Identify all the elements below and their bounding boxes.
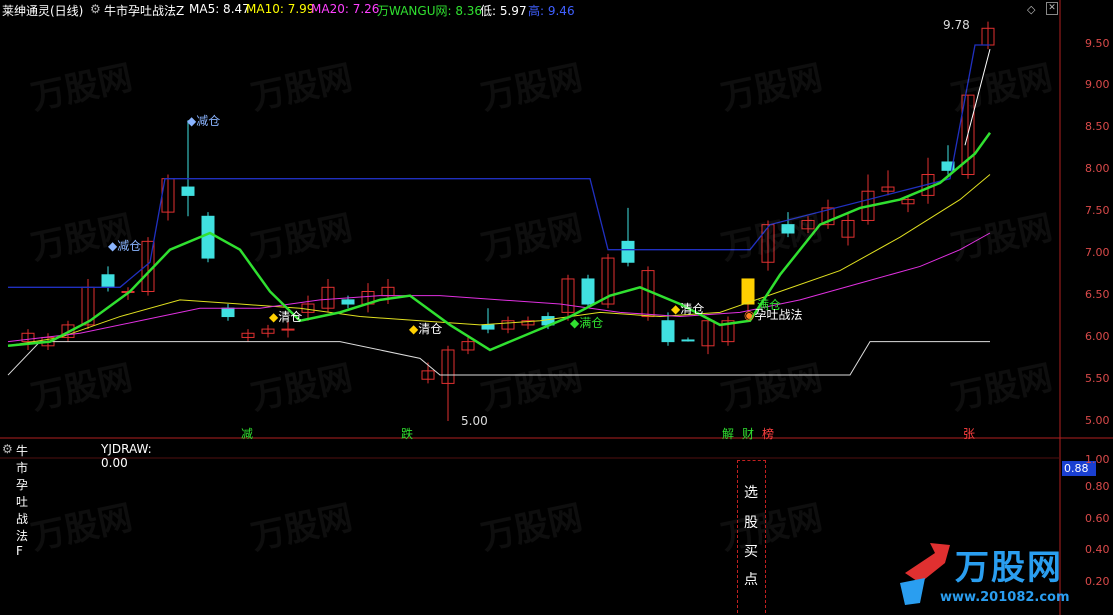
axis-tick: 6.50 <box>1085 288 1110 301</box>
candle-body <box>681 339 695 342</box>
day-label: 榜 <box>762 427 775 441</box>
clear-label: ◆清仓 <box>671 302 705 316</box>
signal-char: 买 <box>744 544 758 560</box>
diamond-icon[interactable]: ◇ <box>1027 3 1035 16</box>
ma5-value: MA5: 8.47 <box>189 2 250 16</box>
axis-tick: 8.00 <box>1085 162 1110 175</box>
ma20-value: MA20: 7.26 <box>311 2 380 16</box>
logo-url: www.201082.com <box>940 590 1070 605</box>
yjdraw-value: YJDRAW: 0.00 <box>101 442 152 470</box>
candle-body <box>661 320 675 343</box>
candle-body <box>221 307 235 318</box>
axis-tick: 5.50 <box>1085 372 1110 385</box>
stock-name: 莱绅通灵(日线) <box>2 4 84 18</box>
candle-body <box>281 328 295 331</box>
axis-tick: 9.00 <box>1085 78 1110 91</box>
reduce-label: ◆减仓 <box>108 239 142 253</box>
logo-text: 万股网 <box>955 548 1063 588</box>
axis-tick: 5.00 <box>1085 414 1110 427</box>
tactic-label: ◉孕吐战法 <box>744 308 803 322</box>
day-label: 解 <box>722 427 735 441</box>
reduce-label: ◆减仓 <box>187 114 221 128</box>
indicator-title[interactable]: 牛市孕吐战法Z <box>104 2 184 19</box>
high-value: 高: 9.46 <box>528 4 575 18</box>
candle-body <box>581 278 595 305</box>
axis-tick: 9.50 <box>1085 37 1110 50</box>
day-label: 张 <box>963 427 976 441</box>
settings-icon[interactable]: ⚙ <box>90 2 101 16</box>
clear-label: ◆清仓 <box>269 310 303 324</box>
ma10-value: MA10: 7.99 <box>246 2 315 16</box>
candle-body <box>101 274 115 288</box>
low-value: 低: 5.97 <box>480 4 527 18</box>
full-label: ◆满仓 <box>570 316 604 330</box>
close-icon[interactable]: ✕ <box>1046 2 1058 15</box>
candle-body <box>341 299 355 305</box>
axis-tick: 0.60 <box>1085 512 1110 525</box>
axis-tick: 7.00 <box>1085 246 1110 259</box>
axis-tick: 8.50 <box>1085 120 1110 133</box>
signal-char: 点 <box>744 572 758 588</box>
axis-tick: 1.00 <box>1085 453 1110 466</box>
candle-body <box>201 215 215 259</box>
axis-tick: 6.00 <box>1085 330 1110 343</box>
chart-header: 莱绅通灵(日线) ⚙ 牛市孕吐战法Z MA5: 8.47 MA10: 7.99 … <box>0 0 1060 20</box>
candle-body <box>741 278 755 305</box>
day-label: 减 <box>241 427 254 441</box>
signal-char: 股 <box>744 515 758 531</box>
sub-chart-title[interactable]: 牛市孕吐战法F <box>16 442 28 558</box>
signal-char: 选 <box>744 485 758 501</box>
candle-body <box>481 324 495 330</box>
axis-tick: 0.80 <box>1085 480 1110 493</box>
min-price-label: 5.00 <box>461 414 488 428</box>
candle-body <box>621 240 635 263</box>
candle-body <box>181 186 195 196</box>
day-label: 跌 <box>401 427 414 441</box>
axis-tick: 7.50 <box>1085 204 1110 217</box>
clear-label: ◆清仓 <box>409 322 443 336</box>
max-price-label: 9.78 <box>943 18 970 32</box>
day-label: 财 <box>742 427 755 441</box>
wangu-value: 万WANGU网: 8.36 <box>377 4 483 18</box>
settings-icon[interactable]: ⚙ <box>2 442 13 456</box>
